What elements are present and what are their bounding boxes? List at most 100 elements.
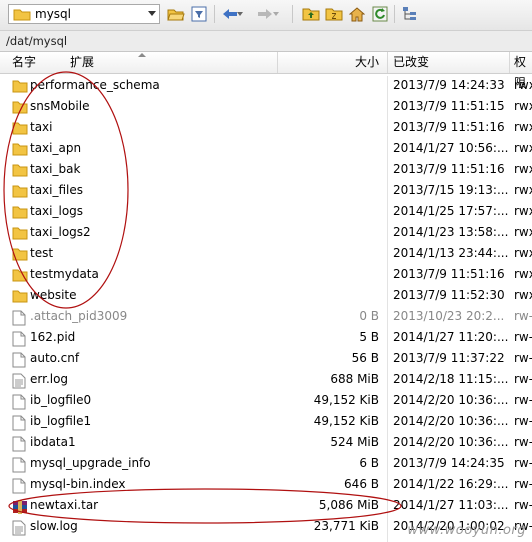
sort-ascending-icon	[138, 53, 146, 57]
open-folder-button[interactable]	[167, 5, 185, 23]
file-row[interactable]: ib_logfile1 49,152 KiB 2014/2/20 10:36:...…	[0, 412, 532, 433]
file-row[interactable]: taxi_apn 2014/1/27 10:56:... rwx	[0, 139, 532, 160]
file-name: ib_logfile1	[30, 414, 92, 428]
file-permissions: rw-	[514, 309, 532, 323]
file-row[interactable]: ibdata1 524 MiB 2014/2/20 10:36:... rw-	[0, 433, 532, 454]
file-row[interactable]: testmydata 2013/7/9 11:51:16 rwx	[0, 265, 532, 286]
file-modified: 2014/1/13 23:44:...	[393, 246, 509, 260]
forward-dropdown[interactable]	[271, 5, 281, 23]
filter-button[interactable]	[190, 5, 208, 23]
file-name: taxi	[30, 120, 53, 134]
file-row[interactable]: taxi 2013/7/9 11:51:16 rwx	[0, 118, 532, 139]
column-name-header[interactable]: 名字	[12, 52, 36, 73]
folder-icon	[12, 268, 28, 284]
file-permissions: rw-	[514, 330, 532, 344]
column-ext-header[interactable]: 扩展	[70, 52, 94, 73]
folder-icon	[12, 79, 28, 95]
file-permissions: rw-	[514, 498, 532, 512]
file-name: taxi_bak	[30, 162, 81, 176]
tree-view-button[interactable]	[401, 5, 419, 23]
file-modified: 2014/1/25 17:57:...	[393, 204, 509, 218]
file-icon	[12, 457, 28, 473]
file-row[interactable]: taxi_logs2 2014/1/23 13:58:... rwx	[0, 223, 532, 244]
file-permissions: rw-	[514, 435, 532, 449]
file-name: testmydata	[30, 267, 99, 281]
folder-icon	[12, 142, 28, 158]
file-modified: 2013/10/23 20:2...	[393, 309, 505, 323]
file-size: 5 B	[359, 330, 379, 344]
file-row[interactable]: taxi_logs 2014/1/25 17:57:... rwx	[0, 202, 532, 223]
file-icon	[12, 331, 28, 347]
root-folder-button[interactable]	[325, 5, 343, 23]
file-modified: 2014/2/18 11:15:...	[393, 372, 509, 386]
file-modified: 2014/1/27 11:20:...	[393, 330, 509, 344]
file-row[interactable]: .attach_pid3009 0 B 2013/10/23 20:2... rw-	[0, 307, 532, 328]
folder-icon	[12, 163, 28, 179]
file-row[interactable]: test 2014/1/13 23:44:... rwx	[0, 244, 532, 265]
file-row[interactable]: performance_schema 2013/7/9 14:24:33 rwx	[0, 76, 532, 97]
file-row[interactable]: err.log 688 MiB 2014/2/18 11:15:... rw-	[0, 370, 532, 391]
file-row[interactable]: 162.pid 5 B 2014/1/27 11:20:... rw-	[0, 328, 532, 349]
file-permissions: rwx	[514, 99, 532, 113]
file-row[interactable]: taxi_bak 2013/7/9 11:51:16 rwx	[0, 160, 532, 181]
file-size: 49,152 KiB	[313, 393, 379, 407]
file-size: 49,152 KiB	[313, 414, 379, 428]
column-modified-header[interactable]: 已改变	[393, 52, 429, 73]
file-name: taxi_logs	[30, 204, 84, 218]
file-icon	[12, 478, 28, 494]
column-size-header[interactable]: 大小	[355, 52, 379, 73]
location-value: mysql	[35, 7, 71, 21]
text-file-icon	[12, 520, 28, 536]
file-permissions: rwx	[514, 141, 532, 155]
home-button[interactable]	[348, 5, 366, 23]
file-name: ibdata1	[30, 435, 76, 449]
file-modified: 2014/2/20 10:36:...	[393, 414, 509, 428]
file-permissions: rwx	[514, 267, 532, 281]
file-size: 688 MiB	[330, 372, 379, 386]
file-modified: 2013/7/9 11:51:16	[393, 267, 505, 281]
file-permissions: rwx	[514, 183, 532, 197]
file-row[interactable]: auto.cnf 56 B 2013/7/9 11:37:22 rw-	[0, 349, 532, 370]
file-modified: 2013/7/9 11:37:22	[393, 351, 505, 365]
file-row[interactable]: website 2013/7/9 11:52:30 rwx	[0, 286, 532, 307]
file-size: 56 B	[351, 351, 379, 365]
file-size: 524 MiB	[330, 435, 379, 449]
file-name: .attach_pid3009	[30, 309, 128, 323]
file-row[interactable]: mysql-bin.index 646 B 2014/1/22 16:29:... r…	[0, 475, 532, 496]
file-icon	[12, 310, 28, 326]
back-dropdown[interactable]	[235, 5, 245, 23]
file-size: 6 B	[359, 456, 379, 470]
file-permissions: rw-	[514, 456, 532, 470]
file-row[interactable]: ib_logfile0 49,152 KiB 2014/2/20 10:36:...…	[0, 391, 532, 412]
file-name: taxi_apn	[30, 141, 82, 155]
chevron-down-icon[interactable]	[148, 11, 156, 16]
folder-icon	[13, 9, 31, 21]
chevron-down-icon	[273, 12, 279, 16]
file-permissions: rwx	[514, 204, 532, 218]
file-row[interactable]: mysql_upgrade_info 6 B 2013/7/9 14:24:35 rw…	[0, 454, 532, 475]
file-permissions: rwx	[514, 78, 532, 92]
file-name: taxi_files	[30, 183, 84, 197]
chevron-down-icon	[237, 12, 243, 16]
file-name: snsMobile	[30, 99, 90, 113]
file-size: 646 B	[344, 477, 379, 491]
file-name: 162.pid	[30, 330, 76, 344]
file-modified: 2013/7/9 14:24:35	[393, 456, 505, 470]
parent-folder-button[interactable]	[302, 5, 320, 23]
file-modified: 2014/2/20 10:36:...	[393, 393, 509, 407]
folder-icon	[12, 226, 28, 242]
location-combobox[interactable]: mysql	[8, 4, 160, 24]
tree-view-icon	[403, 7, 416, 20]
file-permissions: rw-	[514, 351, 532, 365]
folder-icon	[12, 100, 28, 116]
column-permissions-header[interactable]: 权限	[514, 52, 532, 90]
file-row[interactable]: taxi_files 2013/7/15 19:13:... rwx	[0, 181, 532, 202]
file-permissions: rwx	[514, 162, 532, 176]
file-row[interactable]: snsMobile 2013/7/9 11:51:15 rwx	[0, 97, 532, 118]
file-permissions: rw-	[514, 414, 532, 428]
folder-icon	[12, 184, 28, 200]
filter-icon	[191, 6, 207, 22]
text-file-icon	[12, 373, 28, 389]
file-row[interactable]: newtaxi.tar 5,086 MiB 2014/1/27 11:03:... r…	[0, 496, 532, 517]
refresh-button[interactable]	[371, 5, 389, 23]
